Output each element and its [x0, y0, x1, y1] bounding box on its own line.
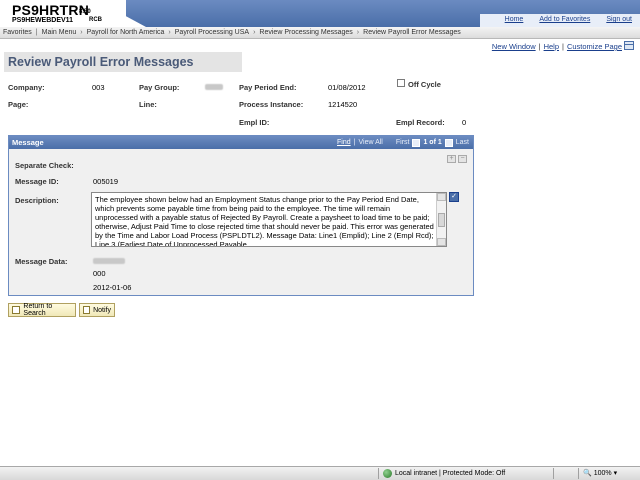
- page-title: Review Payroll Error Messages: [8, 55, 194, 69]
- scroll-thumb[interactable]: [438, 213, 445, 227]
- description-textarea[interactable]: The employee shown below had an Employme…: [91, 192, 447, 247]
- notify-label: Notify: [93, 306, 111, 314]
- page-label: Page:: [8, 100, 29, 109]
- off-cycle-checkbox[interactable]: [397, 79, 405, 87]
- pay-group-value-redacted: [205, 84, 223, 90]
- description-scrollbar[interactable]: [436, 193, 446, 246]
- row-counter: 1 of 1: [423, 139, 442, 146]
- line-label: Line:: [139, 100, 157, 109]
- return-arrow-icon: [12, 306, 21, 314]
- logo-title: PS9HRTRN: [12, 2, 90, 18]
- logo-server: PS9HEWEBDEV11: [12, 17, 74, 24]
- browser-status-bar: Local intranet | Protected Mode: Off 🔍 1…: [0, 466, 640, 480]
- view-all-link[interactable]: View All: [358, 136, 382, 149]
- help-link[interactable]: Help: [544, 42, 559, 51]
- security-zone: Local intranet | Protected Mode: Off: [383, 469, 505, 478]
- process-instance-value: 1214520: [328, 100, 358, 109]
- chevron-down-icon: ▾: [613, 470, 618, 477]
- empl-record-label: Empl Record:: [396, 118, 445, 127]
- header-links: Home Add to Favorites Sign out: [505, 16, 632, 23]
- process-instance-label: Process Instance:: [239, 100, 304, 109]
- add-row-icon[interactable]: +: [447, 155, 456, 163]
- customize-page-link[interactable]: Customize Page: [567, 42, 622, 51]
- empl-id-label: Empl ID:: [239, 118, 270, 127]
- nav-main-menu[interactable]: Main Menu: [42, 29, 77, 36]
- zoom-control[interactable]: 🔍 100% ▾: [583, 469, 618, 478]
- grid-icon[interactable]: [624, 41, 634, 50]
- nav-payroll-processing-usa[interactable]: Payroll Processing USA: [175, 29, 249, 36]
- message-data-emplid-redacted: [93, 258, 125, 264]
- message-data-line3: 2012-01-06: [93, 283, 132, 292]
- company-label: Company:: [8, 83, 45, 92]
- return-to-search-label: Return to Search: [23, 303, 53, 317]
- message-data-line2: 000: [93, 269, 106, 278]
- sign-out-link[interactable]: Sign out: [606, 16, 632, 23]
- pay-period-end-value: 01/08/2012: [328, 83, 366, 92]
- empl-record-value: 0: [462, 118, 467, 127]
- notify-button[interactable]: Notify: [79, 303, 115, 317]
- return-to-search-button[interactable]: Return to Search: [8, 303, 76, 317]
- previous-row-icon[interactable]: [412, 138, 421, 147]
- message-header: Message Find | View All First 1 of 1 Las…: [9, 136, 473, 149]
- app-header: PS9HRTRN 8.50 PS9HEWEBDEV11 RCB Home Add…: [0, 0, 640, 27]
- message-panel: Message Find | View All First 1 of 1 Las…: [8, 135, 474, 296]
- nav-review-processing-messages[interactable]: Review Processing Messages: [259, 29, 352, 36]
- find-link[interactable]: Find: [337, 136, 351, 149]
- message-navigation: Find | View All First 1 of 1 Last: [337, 136, 469, 149]
- next-row-icon[interactable]: [444, 138, 453, 147]
- message-id-label: Message ID:: [15, 177, 59, 186]
- security-zone-text: Local intranet | Protected Mode: Off: [395, 470, 506, 477]
- last-label: Last: [455, 139, 469, 146]
- description-text: The employee shown below had an Employme…: [95, 195, 434, 247]
- pay-group-label: Pay Group:: [139, 83, 180, 92]
- nav-payroll-north-america[interactable]: Payroll for North America: [87, 29, 165, 36]
- nav-review-payroll-error-messages[interactable]: Review Payroll Error Messages: [363, 29, 461, 36]
- first-label: First: [395, 139, 410, 146]
- separate-check-label: Separate Check:: [15, 161, 74, 170]
- home-link[interactable]: Home: [505, 16, 524, 23]
- company-value: 003: [92, 83, 105, 92]
- nav-favorites[interactable]: Favorites: [3, 29, 32, 36]
- page-utility-links: New Window | Help | Customize Page: [491, 42, 622, 51]
- pay-period-end-label: Pay Period End:: [239, 83, 297, 92]
- intranet-globe-icon: [383, 469, 392, 478]
- scroll-up-icon[interactable]: [437, 193, 446, 201]
- spellcheck-icon[interactable]: ✓: [449, 192, 459, 202]
- delete-row-icon[interactable]: −: [458, 155, 467, 163]
- zoom-icon: 🔍: [583, 470, 592, 477]
- logo-user: RCB: [89, 17, 102, 23]
- description-label: Description:: [15, 196, 59, 205]
- zoom-level: 100%: [593, 469, 612, 477]
- envelope-icon: [83, 306, 91, 314]
- add-to-favorites-link[interactable]: Add to Favorites: [539, 16, 590, 23]
- new-window-link[interactable]: New Window: [492, 42, 536, 51]
- logo-version: 8.50: [79, 9, 91, 15]
- message-id-value: 005019: [93, 177, 119, 186]
- message-data-label: Message Data:: [15, 257, 68, 266]
- off-cycle-label: Off Cycle: [408, 80, 441, 89]
- breadcrumb: Favorites | Main Menu › Payroll for North …: [0, 27, 640, 39]
- scroll-down-icon[interactable]: [437, 238, 446, 246]
- row-add-delete: + −: [447, 155, 467, 163]
- message-header-title: Message: [12, 138, 44, 147]
